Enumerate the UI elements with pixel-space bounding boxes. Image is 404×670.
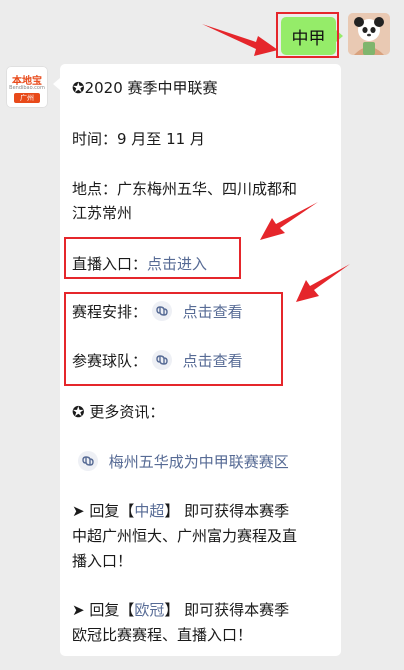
reply-line-3: 播入口！ [72, 552, 133, 570]
reply-line-1: ➤ 回复【中超】 即可获得本赛季 [72, 500, 289, 522]
live-link[interactable]: 点击进入 [147, 255, 207, 273]
reply1-suffix: 】 即可获得本赛季 [164, 502, 290, 520]
reply-line-4: ➤ 回复【欧冠】 即可获得本赛季 [72, 599, 289, 621]
teams-label: 参赛球队： [72, 352, 148, 370]
mini-program-icon [151, 350, 172, 370]
reply-line-2: 中超广州恒大、广州富力赛程及直 [72, 527, 298, 545]
reply1-prefix: ➤ 回复【 [72, 502, 135, 520]
reply2-suffix: 】 即可获得本赛季 [164, 601, 290, 619]
teams-line: 参赛球队： 点击查看 [72, 350, 243, 372]
article-link-line[interactable]: 梅州五华成为中甲联赛赛区 [78, 451, 289, 473]
place-line-2: 江苏常州 [72, 204, 133, 222]
star-icon: ✪ [72, 403, 85, 421]
live-line: 直播入口：点击进入 [72, 253, 207, 275]
user-avatar[interactable] [348, 13, 390, 55]
title-line: ✪2020 赛季中甲联赛 [72, 77, 218, 99]
article-link[interactable]: 梅州五华成为中甲联赛赛区 [109, 453, 289, 471]
star-icon: ✪ [72, 79, 85, 97]
more-info-line: ✪ 更多资讯： [72, 401, 164, 423]
reply2-prefix: ➤ 回复【 [72, 601, 135, 619]
logo-subtext: Bendibao.com [9, 85, 45, 91]
outgoing-message-bubble[interactable]: 中甲 [281, 17, 343, 55]
outgoing-message-text: 中甲 [291, 28, 326, 49]
title-text: 2020 赛季中甲联赛 [84, 79, 218, 97]
more-info-title: 更多资讯： [89, 403, 165, 421]
arrow-icon [202, 24, 278, 56]
reply2-keyword[interactable]: 欧冠 [134, 601, 164, 619]
official-account-avatar[interactable]: 本地宝 Bendibao.com 广州 [6, 66, 48, 108]
reply-line-5: 欧冠比赛赛程、直播入口！ [72, 626, 253, 644]
live-label: 直播入口： [72, 255, 148, 273]
teams-link[interactable]: 点击查看 [183, 352, 243, 370]
schedule-label: 赛程安排： [72, 303, 148, 321]
mini-program-icon [151, 301, 172, 321]
reply1-keyword[interactable]: 中超 [134, 502, 164, 520]
schedule-line: 赛程安排： 点击查看 [72, 301, 243, 323]
mini-program-icon [78, 451, 98, 471]
schedule-link[interactable]: 点击查看 [183, 303, 243, 321]
logo-city: 广州 [14, 93, 40, 103]
time-line: 时间：9 月至 11 月 [72, 130, 205, 148]
place-line-1: 地点：广东梅州五华、四川成都和 [72, 180, 298, 198]
